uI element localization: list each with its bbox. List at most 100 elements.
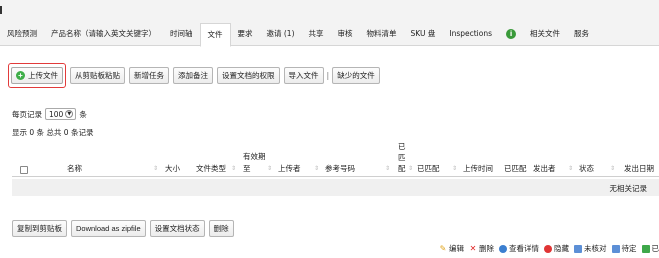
sort-icon[interactable]: ⇕ [385,165,390,172]
tab-label: 审核 [337,29,353,38]
tab-label: 共享 [308,29,324,38]
legend-label: 隐藏 [554,244,569,253]
select-all-checkbox[interactable] [20,166,28,174]
perpage-select[interactable]: 100 ▼ [45,108,77,120]
col-sender[interactable]: 发出者 [533,164,556,174]
legend-label: 未核对 [584,244,607,253]
empty-table-message: 无相关记录 [609,184,648,193]
tab-label: Inspections [449,29,493,38]
col-reference[interactable]: 参考号码 [325,164,355,174]
add-note-button[interactable]: 添加备注 [173,67,213,84]
legend-hide: 隐藏 [544,243,569,254]
top-header-bar [0,0,659,22]
icon-legend: ✎ 编辑 ✕ 删除 查看详情 隐藏 未核对 待定 已 [434,243,659,254]
tab-review[interactable]: 审核 [331,23,360,45]
col-sent-date[interactable]: 发出日期 [624,164,654,174]
col-size[interactable]: 大小 [165,164,180,174]
tab-risk-prediction[interactable]: 风险预测 [0,23,44,45]
set-document-status-button[interactable]: 设置文档状态 [149,220,205,237]
perpage-value: 100 [49,109,64,119]
upload-label: 上传文件 [28,71,58,80]
download-zip-button[interactable]: Download as zipfile [71,220,146,237]
chevron-down-icon: ▼ [65,110,74,118]
copy-to-clipboard-button[interactable]: 复制到剪贴板 [12,220,67,237]
sort-icon[interactable]: ⇕ [408,165,413,172]
legend-unverified: 未核对 [574,243,607,254]
tab-timeline[interactable]: 时间轴 [163,23,200,45]
tab-label: 服务 [574,29,590,38]
document-icon [574,244,582,253]
col-name[interactable]: 名称 [67,164,82,174]
tab-related-files[interactable]: 相关文件 [523,23,567,45]
view-details-icon [499,244,507,253]
tab-sku[interactable]: SKU 盘 [404,23,443,45]
col-uploader[interactable]: 上传者 [278,164,301,174]
sort-icon[interactable]: ⇕ [231,165,236,172]
legend-pending: 待定 [611,243,637,254]
pencil-icon: ✎ [439,243,447,253]
legend-label: 编辑 [449,244,464,253]
tab-share[interactable]: 共享 [302,23,331,45]
records-summary: 显示 0 条 总共 0 条记录 [12,128,94,137]
tab-product-name[interactable]: 产品名称（请输入英文关键字） [44,23,163,45]
sort-icon[interactable]: ⇕ [153,165,158,172]
import-file-button[interactable]: 导入文件 [283,67,324,84]
file-toolbar: + 上传文件 从剪贴板粘贴 新增任务 添加备注 设置文档的权限 导入文件 | 缺… [8,63,384,88]
col-matched-2[interactable]: 已匹配 [504,164,527,174]
col-matched-v1: 已 [398,142,406,151]
col-file-type[interactable]: 文件类型 [196,164,226,174]
perpage-suffix: 条 [79,109,87,119]
tab-label: 风险预测 [7,29,37,38]
col-matched-v3[interactable]: 配 [398,164,406,174]
tab-inspections[interactable]: Inspections [442,23,499,45]
new-task-button[interactable]: 新增任务 [129,67,169,84]
col-matched[interactable]: 已匹配 [417,164,440,174]
tab-label: SKU 盘 [410,29,436,38]
col-valid-until-line2: 至 [243,164,251,173]
table-header: 名称 ⇕ 大小 文件类型 ⇕ 有效期 至 ⇕ 上传者 ⇕ 参考号码 ⇕ 已 匹 … [12,142,659,177]
col-status[interactable]: 状态 [579,164,594,174]
legend-label: 查看详情 [509,244,539,253]
col-upload-time[interactable]: 上传时间 [463,164,493,174]
perpage-prefix: 每页记录 [12,109,42,119]
sort-icon[interactable]: ⇕ [610,165,615,172]
legend-label: 删除 [479,244,494,253]
tab-label: 要求 [237,29,253,38]
col-valid-until-line1[interactable]: 有效期 [243,152,266,162]
sort-icon[interactable]: ⇕ [314,165,319,172]
cross-icon: ✕ [469,243,477,253]
document-pending-icon [611,244,620,253]
document-check-icon [641,244,650,253]
bulk-actions-bar: 复制到剪贴板 Download as zipfile 设置文档状态 删除 [12,220,238,237]
legend-done: 已 [641,243,659,254]
legend-label: 已 [651,244,659,253]
toolbar-separator: | [326,71,330,80]
hide-icon [544,244,552,253]
tab-label: 邀请 (1) [266,29,295,38]
paste-from-clipboard-button[interactable]: 从剪贴板粘贴 [70,67,125,84]
tab-label: 物料清单 [366,29,397,38]
tab-info[interactable]: i [499,23,523,45]
tab-bom[interactable]: 物料清单 [360,23,404,45]
sort-icon[interactable]: ⇕ [267,165,272,172]
delete-button[interactable]: 删除 [208,220,234,237]
upload-file-button[interactable]: + 上传文件 [11,67,63,84]
tab-invitations[interactable]: 邀请 (1) [260,23,302,45]
records-per-page: 每页记录 100 ▼ 条 [12,108,87,120]
plus-circle-icon: + [16,71,25,80]
legend-delete: ✕ 删除 [469,243,494,254]
tab-requirements[interactable]: 要求 [231,23,260,45]
sort-icon[interactable]: ⇕ [452,165,457,172]
header-marker [0,6,2,14]
tab-files[interactable]: 文件 [199,22,231,47]
legend-edit: ✎ 编辑 [439,243,464,254]
upload-highlight: + 上传文件 [8,63,66,88]
legend-label: 待定 [621,244,637,253]
table-row: 无相关记录 [12,179,659,196]
tab-services[interactable]: 服务 [567,23,596,45]
tab-label: 文件 [207,30,223,39]
col-matched-v2: 匹 [398,153,406,162]
set-permissions-button[interactable]: 设置文档的权限 [217,67,280,84]
sort-icon[interactable]: ⇕ [568,165,573,172]
missing-files-button[interactable]: 缺少的文件 [332,67,380,84]
